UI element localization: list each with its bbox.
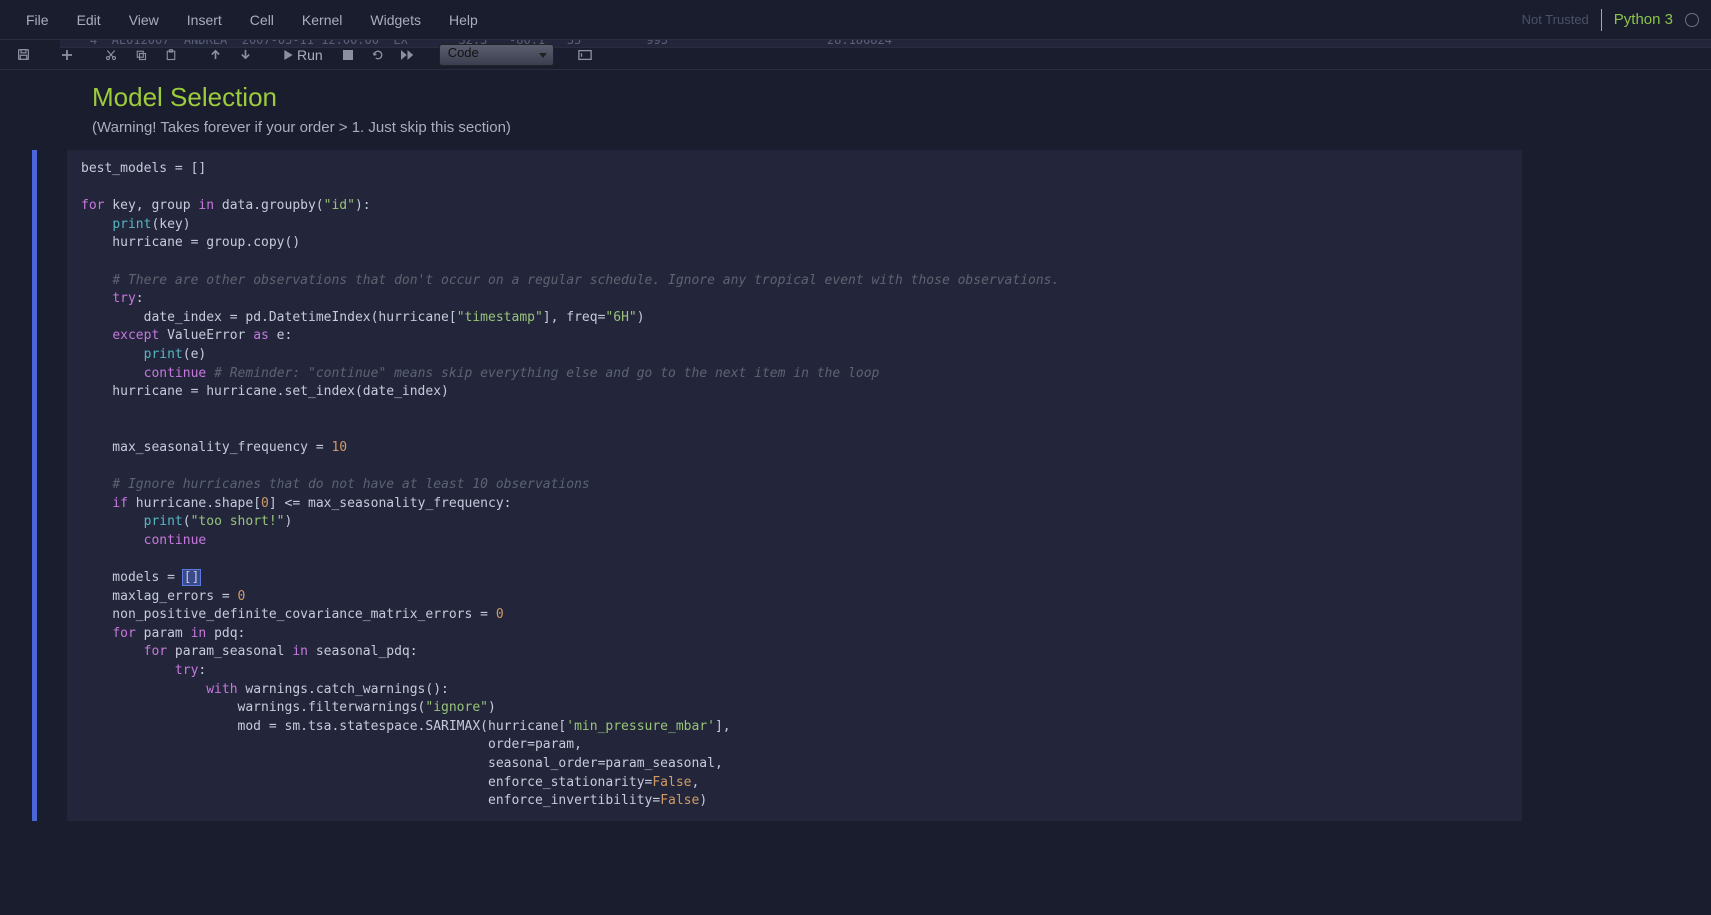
cell-type-select[interactable]: Code bbox=[439, 44, 554, 66]
kernel-status-icon bbox=[1685, 13, 1699, 27]
markdown-cell[interactable]: Model Selection (Warning! Takes forever … bbox=[0, 70, 1711, 150]
menu-kernel[interactable]: Kernel bbox=[288, 6, 356, 34]
markdown-subtext: (Warning! Takes forever if your order > … bbox=[92, 119, 1711, 136]
menu-widgets[interactable]: Widgets bbox=[356, 6, 435, 34]
menu-insert[interactable]: Insert bbox=[173, 6, 236, 34]
menu-help[interactable]: Help bbox=[435, 6, 492, 34]
markdown-heading: Model Selection bbox=[92, 82, 1711, 113]
menubar-right: Not Trusted Python 3 bbox=[1522, 9, 1699, 31]
menubar-left: File Edit View Insert Cell Kernel Widget… bbox=[12, 6, 492, 34]
trust-indicator[interactable]: Not Trusted bbox=[1522, 12, 1589, 27]
menu-cell[interactable]: Cell bbox=[236, 6, 288, 34]
menu-edit[interactable]: Edit bbox=[63, 6, 115, 34]
kernel-name[interactable]: Python 3 bbox=[1614, 11, 1673, 28]
code-editor[interactable]: best_models = [] for key, group in data.… bbox=[67, 150, 1522, 821]
menu-view[interactable]: View bbox=[115, 6, 173, 34]
toolbar: 4 AL012007 ANDREA 2007-05-11 12:00:00 EX… bbox=[0, 40, 1711, 70]
menu-file[interactable]: File bbox=[12, 6, 63, 34]
save-button[interactable] bbox=[10, 44, 36, 66]
partial-output-row: 4 AL012007 ANDREA 2007-05-11 12:00:00 EX… bbox=[60, 40, 1711, 48]
cell-type-value: Code bbox=[448, 45, 479, 60]
code-cell-selected[interactable]: best_models = [] for key, group in data.… bbox=[32, 150, 1711, 821]
notebook-container: Model Selection (Warning! Takes forever … bbox=[0, 70, 1711, 915]
run-label: Run bbox=[297, 47, 323, 63]
menubar: File Edit View Insert Cell Kernel Widget… bbox=[0, 0, 1711, 40]
kernel-separator bbox=[1601, 9, 1602, 31]
input-prompt bbox=[37, 150, 67, 821]
